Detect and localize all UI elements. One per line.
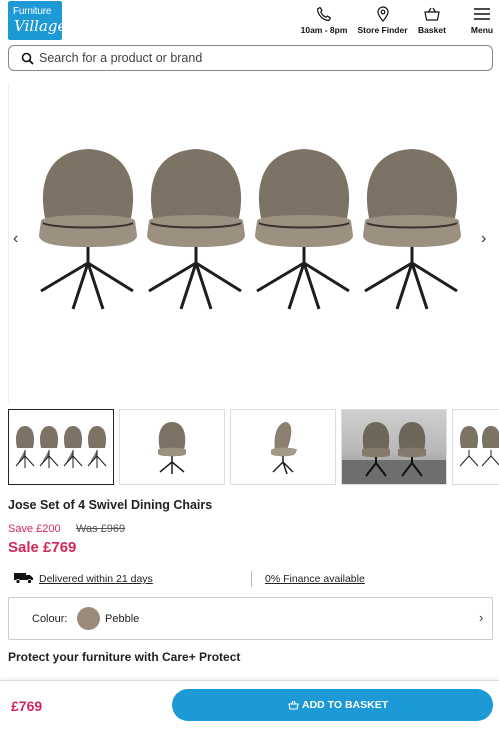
chair-front-thumbnail-image bbox=[158, 422, 186, 474]
basket-icon bbox=[288, 700, 299, 710]
chair-image bbox=[363, 149, 461, 310]
add-to-basket-label: ADD TO BASKET bbox=[302, 699, 389, 711]
hamburger-icon bbox=[474, 8, 490, 20]
chair-side-thumbnail-image bbox=[271, 422, 297, 475]
was-price: Was £969 bbox=[76, 523, 126, 535]
chair-image bbox=[39, 149, 137, 310]
thumbnail-room-setting[interactable] bbox=[341, 409, 447, 485]
thumbnail-front-view[interactable] bbox=[119, 409, 225, 485]
basket-link[interactable]: Basket bbox=[414, 6, 450, 35]
hours-label: 10am - 8pm bbox=[300, 25, 348, 35]
colour-label: Colour: bbox=[32, 613, 68, 625]
colour-swatch bbox=[77, 607, 100, 630]
chairs-thumbnail-partial-image bbox=[459, 426, 499, 467]
logo-text-top: Furniture bbox=[13, 6, 52, 17]
chair-image bbox=[147, 149, 245, 310]
furniture-village-logo[interactable]: Furniture Village bbox=[8, 1, 66, 40]
location-pin-icon bbox=[376, 6, 389, 22]
gallery-next-arrow[interactable]: › bbox=[481, 230, 486, 248]
finance-link[interactable]: 0% Finance available bbox=[265, 573, 365, 585]
menu-button[interactable]: Menu bbox=[466, 6, 498, 35]
chair-image bbox=[255, 149, 353, 310]
search-icon bbox=[21, 52, 34, 65]
logo-text-bottom: Village bbox=[14, 17, 67, 35]
chairs-thumbnail-image bbox=[15, 426, 107, 468]
thumbnail-partial[interactable] bbox=[452, 409, 499, 485]
room-setting-thumbnail-image bbox=[342, 422, 446, 484]
product-title: Jose Set of 4 Swivel Dining Chairs bbox=[8, 498, 213, 512]
menu-label: Menu bbox=[470, 25, 494, 35]
delivery-label: Delivered within 21 days bbox=[39, 573, 153, 585]
sticky-basket-bar: £769 ADD TO BASKET bbox=[0, 680, 499, 735]
info-divider bbox=[251, 571, 252, 587]
colour-value: Pebble bbox=[105, 613, 140, 625]
colour-selector[interactable]: Colour: Pebble › bbox=[8, 597, 493, 640]
search-bar[interactable] bbox=[8, 45, 493, 71]
thumbnail-strip bbox=[8, 409, 499, 485]
basket-label: Basket bbox=[418, 25, 446, 35]
delivery-truck-icon bbox=[14, 573, 33, 584]
sale-price: Sale £769 bbox=[8, 539, 77, 556]
store-finder-link[interactable]: Store Finder bbox=[355, 6, 410, 35]
store-finder-label: Store Finder bbox=[357, 25, 408, 35]
care-protect-heading: Protect your furniture with Care+ Protec… bbox=[8, 650, 241, 664]
search-input[interactable] bbox=[39, 49, 479, 67]
save-amount: Save £200 bbox=[8, 523, 61, 535]
bottom-bar-price: £769 bbox=[11, 698, 43, 714]
add-to-basket-button[interactable]: ADD TO BASKET bbox=[172, 689, 493, 721]
chevron-right-icon: › bbox=[479, 610, 484, 625]
product-image-gallery[interactable]: ‹ › bbox=[8, 83, 499, 403]
phone-icon bbox=[316, 6, 332, 22]
site-header: Furniture Village 10am - 8pm Store Finde… bbox=[0, 0, 499, 44]
thumbnail-side-view[interactable] bbox=[230, 409, 336, 485]
basket-icon bbox=[424, 7, 440, 21]
thumbnail-set-of-four[interactable] bbox=[8, 409, 114, 485]
opening-hours-link[interactable]: 10am - 8pm bbox=[298, 6, 350, 35]
gallery-prev-arrow[interactable]: ‹ bbox=[13, 230, 18, 248]
